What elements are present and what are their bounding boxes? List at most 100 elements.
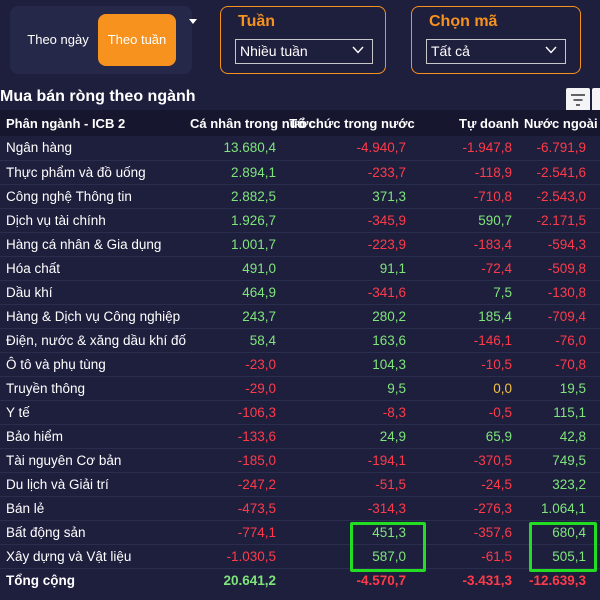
individual-cell: 1.001,7	[186, 231, 282, 256]
table-row[interactable]: Hàng cá nhân & Gia dụng 1.001,7 -223,9 -183…	[0, 231, 600, 256]
code-filter: Chọn mã Tất cả	[411, 6, 581, 74]
col-header-proprietary[interactable]: Tự doanh	[422, 110, 520, 136]
sector-cell: Bán lẻ	[0, 495, 186, 520]
foreign-cell: -130,8	[520, 279, 600, 304]
foreign-cell: -709,4	[520, 303, 600, 328]
institution-cell: -341,6	[282, 279, 422, 304]
proprietary-cell: -61,5	[422, 543, 520, 568]
more-options-button[interactable]	[592, 88, 600, 112]
institution-cell: 163,6	[282, 327, 422, 352]
individual-cell: 2.894,1	[186, 159, 282, 184]
sort-down-icon	[189, 19, 197, 24]
individual-cell: -774,1	[186, 519, 282, 544]
sector-cell: Thực phẩm và đồ uống	[0, 159, 186, 184]
individual-cell: -106,3	[186, 399, 282, 424]
individual-cell: -247,2	[186, 471, 282, 496]
sector-cell: Du lịch và Giải trí	[0, 471, 186, 496]
chevron-down-icon	[352, 46, 364, 54]
sector-cell: Dịch vụ tài chính	[0, 207, 186, 232]
institution-cell: 451,3	[282, 519, 422, 544]
week-filter-label: Tuần	[238, 13, 276, 30]
table-row[interactable]: Bảo hiểm -133,6 24,9 65,9 42,8	[0, 423, 600, 448]
sector-cell: Hóa chất	[0, 255, 186, 280]
foreign-cell: 115,1	[520, 399, 600, 424]
sector-cell: Dầu khí	[0, 279, 186, 304]
proprietary-cell: -357,6	[422, 519, 520, 544]
sector-net-table: Phân ngành - ICB 2 Cá nhân trong nước Tổ…	[0, 110, 600, 592]
total-value: -3.431,3	[422, 567, 520, 592]
col-header-foreign[interactable]: Nước ngoài	[520, 110, 600, 136]
total-value: -12.639,3	[520, 567, 600, 592]
individual-cell: -23,0	[186, 351, 282, 376]
individual-cell: 2.882,5	[186, 183, 282, 208]
proprietary-cell: -24,5	[422, 471, 520, 496]
foreign-cell: 749,5	[520, 447, 600, 472]
individual-cell: -473,5	[186, 495, 282, 520]
institution-cell: -314,3	[282, 495, 422, 520]
table-row[interactable]: Ngân hàng 13.680,4 -4.940,7 -1.947,8 -6.791,…	[0, 136, 600, 160]
proprietary-cell: 590,7	[422, 207, 520, 232]
individual-cell: -1.030,5	[186, 543, 282, 568]
proprietary-cell: -72,4	[422, 255, 520, 280]
sector-cell: Xây dựng và Vật liệu	[0, 543, 186, 568]
total-value: -4.570,7	[282, 567, 422, 592]
institution-cell: 587,0	[282, 543, 422, 568]
week-select[interactable]: Nhiều tuần	[235, 39, 373, 64]
table-row[interactable]: Truyền thông -29,0 9,5 0,0 19,5	[0, 375, 600, 400]
col-header-sector[interactable]: Phân ngành - ICB 2	[0, 110, 186, 136]
proprietary-cell: -276,3	[422, 495, 520, 520]
code-select[interactable]: Tất cả	[426, 39, 566, 64]
institution-cell: 91,1	[282, 255, 422, 280]
total-value: 20.641,2	[186, 567, 282, 592]
page-title: Mua bán ròng theo ngành	[0, 88, 196, 105]
institution-cell: -51,5	[282, 471, 422, 496]
table-header-row: Phân ngành - ICB 2 Cá nhân trong nước Tổ…	[0, 110, 600, 136]
table-row[interactable]: Ô tô và phụ tùng -23,0 104,3 -10,5 -70,8	[0, 351, 600, 376]
foreign-cell: -594,3	[520, 231, 600, 256]
institution-cell: -233,7	[282, 159, 422, 184]
foreign-cell: -6.791,9	[536, 140, 586, 156]
foreign-cell: -76,0	[520, 327, 600, 352]
table-row[interactable]: Công nghệ Thông tin 2.882,5 371,3 -710,8 -2.…	[0, 183, 600, 208]
sector-cell: Công nghệ Thông tin	[0, 183, 186, 208]
table-row[interactable]: Điện, nước & xăng dầu khí đốt 58,4 163,6 -1…	[0, 327, 600, 352]
institution-cell: 24,9	[282, 423, 422, 448]
by-day-button[interactable]: Theo ngày	[18, 14, 98, 66]
proprietary-cell: -118,9	[422, 159, 520, 184]
individual-cell: 58,4	[186, 327, 282, 352]
foreign-cell: -509,8	[520, 255, 600, 280]
foreign-cell: -2.541,6	[520, 159, 600, 184]
institution-cell: -345,9	[282, 207, 422, 232]
foreign-cell: 323,2	[520, 471, 600, 496]
table-row[interactable]: Dầu khí 464,9 -341,6 7,5 -130,8	[0, 279, 600, 304]
foreign-cell: 505,1	[520, 543, 600, 568]
col-header-individual[interactable]: Cá nhân trong nước	[186, 110, 316, 136]
week-select-value: Nhiều tuần	[240, 43, 308, 59]
table-row[interactable]: Tài nguyên Cơ bản -185,0 -194,1 -370,5 749,5	[0, 447, 600, 472]
table-row[interactable]: Xây dựng và Vật liệu -1.030,5 587,0 -61,5 50…	[0, 543, 600, 568]
individual-cell: 243,7	[186, 303, 282, 328]
foreign-cell: 1.064,1	[520, 495, 600, 520]
by-week-button[interactable]: Theo tuần	[98, 14, 176, 66]
period-toggle: Theo ngày Theo tuần	[10, 6, 192, 74]
table-row[interactable]: Bán lẻ -473,5 -314,3 -276,3 1.064,1	[0, 495, 600, 520]
sector-cell: Bất động sản	[0, 519, 186, 544]
individual-cell: -185,0	[186, 447, 282, 472]
proprietary-cell: -183,4	[422, 231, 520, 256]
table-row[interactable]: Bất động sản -774,1 451,3 -357,6 680,4	[0, 519, 600, 544]
sector-cell: Bảo hiểm	[0, 423, 186, 448]
proprietary-cell: -0,5	[422, 399, 520, 424]
table-row[interactable]: Dịch vụ tài chính 1.926,7 -345,9 590,7 -2.17…	[0, 207, 600, 232]
individual-cell: 491,0	[186, 255, 282, 280]
individual-cell: 464,9	[186, 279, 282, 304]
foreign-cell: 19,5	[520, 375, 600, 400]
foreign-cell: 680,4	[520, 519, 600, 544]
table-row[interactable]: Thực phẩm và đồ uống 2.894,1 -233,7 -118,9-…	[0, 159, 600, 184]
sector-cell: Hàng & Dịch vụ Công nghiệp	[0, 303, 186, 328]
foreign-cell: -2.543,0	[520, 183, 600, 208]
table-row[interactable]: Du lịch và Giải trí -247,2 -51,5 -24,5 323,2	[0, 471, 600, 496]
table-row[interactable]: Y tế -106,3 -8,3 -0,5 115,1	[0, 399, 600, 424]
table-filter-button[interactable]	[566, 88, 590, 112]
table-row[interactable]: Hàng & Dịch vụ Công nghiệp 243,7 280,2 185,…	[0, 303, 600, 328]
table-row[interactable]: Hóa chất 491,0 91,1 -72,4 -509,8	[0, 255, 600, 280]
